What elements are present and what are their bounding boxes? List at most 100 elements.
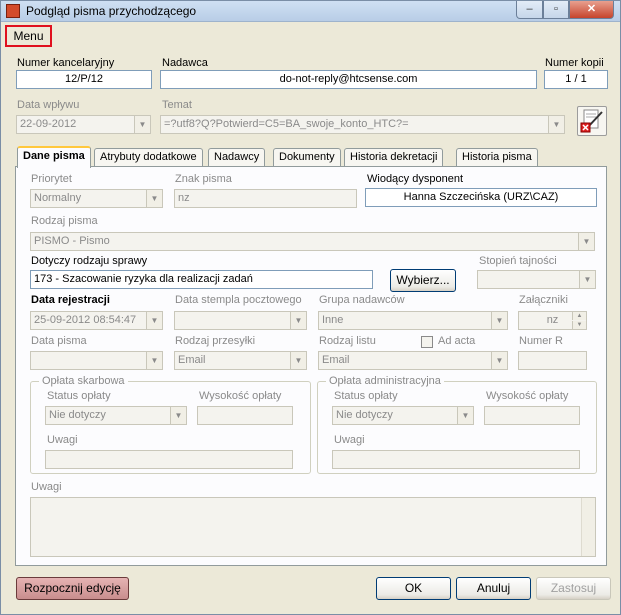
ok-button[interactable]: OK	[376, 577, 451, 600]
tab-dokumenty[interactable]: Dokumenty	[273, 148, 341, 167]
data-pisma-combo[interactable]: ▼	[30, 351, 163, 370]
chevron-down-icon: ▼	[134, 116, 150, 133]
data-rejestracji-label: Data rejestracji	[31, 294, 110, 306]
oplata-administracyjna-status-combo[interactable]: Nie dotyczy ▼	[332, 406, 474, 425]
spin-down-icon[interactable]: ▼	[572, 321, 586, 329]
chevron-down-icon: ▼	[290, 312, 306, 329]
nadawca-field[interactable]: do-not-reply@htcsense.com	[160, 70, 537, 89]
chevron-down-icon: ▼	[290, 352, 306, 369]
dotyczy-label: Dotyczy rodzaju sprawy	[31, 255, 148, 267]
data-stempla-combo[interactable]: ▼	[174, 311, 307, 330]
chevron-down-icon: ▼	[146, 312, 162, 329]
oplata-administracyjna-wysokosc-field[interactable]	[484, 406, 580, 425]
oplata-skarbowa-status-combo[interactable]: Nie dotyczy ▼	[45, 406, 187, 425]
data-pisma-label: Data pisma	[31, 335, 87, 347]
anuluj-button[interactable]: Anuluj	[456, 577, 531, 600]
rodzaj-pisma-value: PISMO - Pismo	[34, 235, 110, 247]
title-bar[interactable]: Podgląd pisma przychodzącego ‒ ▫ ✕	[1, 1, 620, 22]
data-rejestracji-combo[interactable]: 25-09-2012 08:54:47 ▼	[30, 311, 163, 330]
numer-r-field[interactable]	[518, 351, 587, 370]
oplata-skarbowa-wysokosc-field[interactable]	[197, 406, 293, 425]
dotyczy-field[interactable]: 173 - Szacowanie ryzyka dla realizacji z…	[30, 270, 373, 289]
uwagi-textarea[interactable]	[30, 497, 596, 557]
priorytet-value: Normalny	[34, 192, 82, 204]
rodzaj-listu-combo[interactable]: Email ▼	[318, 351, 508, 370]
tab-historia-dekretacji[interactable]: Historia dekretacji	[344, 148, 444, 167]
menu-button[interactable]: Menu	[5, 25, 52, 47]
tab-nadawcy[interactable]: Nadawcy	[208, 148, 266, 167]
chevron-down-icon: ▼	[170, 407, 186, 424]
numer-r-label: Numer R	[519, 335, 564, 347]
data-wplywu-value: 22-09-2012	[20, 118, 77, 130]
oplata-skarbowa-wysokosc-label: Wysokość opłaty	[199, 390, 282, 402]
minimize-button[interactable]: ‒	[516, 1, 543, 19]
oplata-skarbowa-status-value: Nie dotyczy	[49, 409, 106, 421]
maximize-button[interactable]: ▫	[543, 1, 569, 19]
grupa-nadawcow-label: Grupa nadawców	[319, 294, 405, 306]
wiodacy-dysponent-field[interactable]: Hanna Szczecińska (URZ\CAZ)	[365, 188, 597, 207]
chevron-down-icon: ▼	[548, 116, 564, 133]
numer-kopii-field[interactable]: 1 / 1	[544, 70, 608, 89]
chevron-down-icon: ▼	[491, 312, 507, 329]
rodzaj-przesylki-combo[interactable]: Email ▼	[174, 351, 307, 370]
chevron-down-icon: ▼	[579, 271, 595, 288]
oplata-administracyjna-group: Opłata administracyjna Status opłaty Nie…	[317, 375, 597, 474]
oplata-skarbowa-group: Opłata skarbowa Status opłaty Nie dotycz…	[30, 375, 311, 474]
tab-panel-dane-pisma: Priorytet Normalny ▼ Znak pisma nz Wiodą…	[15, 166, 607, 566]
edit-document-icon[interactable]	[577, 106, 607, 136]
numer-kancelaryjny-field[interactable]: 12/P/12	[16, 70, 152, 89]
zastosuj-button[interactable]: Zastosuj	[536, 577, 611, 600]
rodzaj-przesylki-label: Rodzaj przesyłki	[175, 335, 256, 347]
temat-label: Temat	[162, 99, 192, 111]
rodzaj-pisma-label: Rodzaj pisma	[31, 215, 98, 227]
app-icon	[6, 4, 20, 18]
chevron-down-icon: ▼	[457, 407, 473, 424]
chevron-down-icon: ▼	[491, 352, 507, 369]
dialog-window: Podgląd pisma przychodzącego ‒ ▫ ✕ Menu …	[0, 0, 621, 615]
ad-acta-checkbox[interactable]	[421, 336, 433, 348]
rodzaj-pisma-combo[interactable]: PISMO - Pismo ▼	[30, 232, 595, 251]
rozpocznij-edycje-button[interactable]: Rozpocznij edycję	[16, 577, 129, 600]
zalaczniki-value: nz	[546, 314, 559, 326]
oplata-administracyjna-status-value: Nie dotyczy	[336, 409, 393, 421]
tab-historia-pisma[interactable]: Historia pisma	[456, 148, 538, 167]
chevron-down-icon: ▼	[146, 352, 162, 369]
oplata-administracyjna-uwagi-label: Uwagi	[334, 434, 365, 446]
rodzaj-przesylki-value: Email	[178, 354, 206, 366]
oplata-skarbowa-uwagi-field[interactable]	[45, 450, 293, 469]
data-rejestracji-value: 25-09-2012 08:54:47	[34, 314, 137, 326]
priorytet-combo[interactable]: Normalny ▼	[30, 189, 163, 208]
znak-pisma-label: Znak pisma	[175, 173, 232, 185]
chevron-down-icon: ▼	[146, 190, 162, 207]
oplata-administracyjna-uwagi-field[interactable]	[332, 450, 580, 469]
uwagi-scrollbar[interactable]	[581, 498, 595, 556]
ad-acta-label: Ad acta	[438, 335, 476, 347]
stopien-tajnosci-combo[interactable]: ▼	[477, 270, 596, 289]
close-button[interactable]: ✕	[569, 1, 614, 19]
znak-pisma-field[interactable]: nz	[174, 189, 357, 208]
data-stempla-label: Data stempla pocztowego	[175, 294, 302, 306]
oplata-administracyjna-wysokosc-label: Wysokość opłaty	[486, 390, 569, 402]
data-wplywu-combo[interactable]: 22-09-2012 ▼	[16, 115, 151, 134]
priorytet-label: Priorytet	[31, 173, 72, 185]
rodzaj-listu-value: Email	[322, 354, 350, 366]
numer-kancelaryjny-label: Numer kancelaryjny	[17, 57, 115, 69]
tab-dane-pisma[interactable]: Dane pisma	[17, 146, 91, 168]
tab-bar: Dane pisma Atrybuty dodatkowe Nadawcy Do…	[15, 146, 607, 168]
data-wplywu-label: Data wpływu	[17, 99, 80, 111]
tab-atrybuty-dodatkowe[interactable]: Atrybuty dodatkowe	[94, 148, 203, 167]
temat-combo[interactable]: =?utf8?Q?Potwierd=C5=BA_swoje_konto_HTC?…	[160, 115, 565, 134]
uwagi-label: Uwagi	[31, 481, 62, 493]
numer-kopii-label: Numer kopii	[545, 57, 604, 69]
edit-document-svg	[580, 109, 603, 133]
wiodacy-dysponent-label: Wiodący dysponent	[367, 173, 463, 185]
oplata-administracyjna-title: Opłata administracyjna	[326, 375, 444, 387]
zalaczniki-spinner[interactable]: nz ▲ ▼	[518, 311, 587, 330]
window-title: Podgląd pisma przychodzącego	[26, 4, 197, 18]
grupa-nadawcow-value: Inne	[322, 314, 344, 326]
wybierz-button[interactable]: Wybierz...	[390, 269, 456, 292]
temat-value: =?utf8?Q?Potwierd=C5=BA_swoje_konto_HTC?…	[164, 118, 409, 130]
grupa-nadawcow-combo[interactable]: Inne ▼	[318, 311, 508, 330]
spin-up-icon[interactable]: ▲	[572, 312, 586, 320]
oplata-skarbowa-status-label: Status opłaty	[47, 390, 111, 402]
